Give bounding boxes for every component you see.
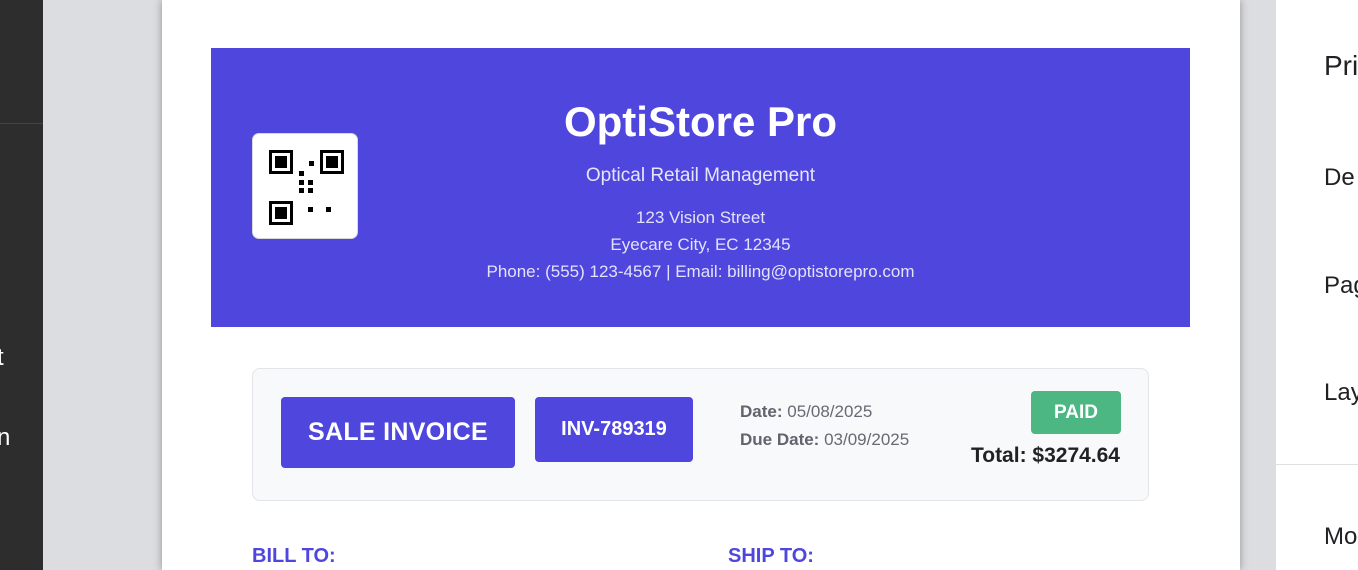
company-tagline: Optical Retail Management [585,165,816,186]
invoice-due-date-value: 03/09/2025 [824,430,910,449]
company-contact: Phone: (555) 123-4567 | Email: billing@o… [486,262,915,281]
invoice-type-badge: SALE INVOICE [281,397,515,468]
company-name: OptiStore Pro [563,98,838,145]
left-panel-item-1[interactable]: t [0,344,4,372]
more-settings-label[interactable]: Mo [1324,523,1357,551]
company-address-line-1: 123 Vision Street [635,208,766,227]
company-address-line-2: Eyecare City, EC 12345 [610,235,791,254]
invoice-header: OptiStore Pro Optical Retail Management … [211,48,1190,327]
invoice-date-label: Date: [740,402,783,421]
print-settings-panel: Pri De Pag Lay Mo [1276,0,1358,570]
destination-label[interactable]: De [1324,164,1355,192]
invoice-number-badge: INV-789319 [535,397,693,462]
invoice-due-date-label: Due Date: [740,430,820,449]
invoice-page: OptiStore Pro Optical Retail Management … [162,0,1240,570]
print-settings-title: Pri [1324,50,1358,81]
invoice-total: Total: $3274.64 [970,444,1120,467]
pages-label[interactable]: Pag [1324,272,1358,300]
payment-status-badge: PAID [1031,391,1121,434]
bill-to-heading: BILL TO: [252,545,336,567]
left-panel: t n [0,0,43,570]
settings-divider [1276,464,1358,465]
left-panel-divider [0,123,43,124]
layout-label[interactable]: Lay [1324,379,1358,407]
invoice-summary-bar: SALE INVOICE INV-789319 Date: 05/08/2025… [252,368,1149,501]
left-panel-item-2[interactable]: n [0,424,10,452]
print-preview-area: OptiStore Pro Optical Retail Management … [43,0,1276,570]
ship-to-heading: SHIP TO: [728,545,814,567]
invoice-date-value: 05/08/2025 [787,402,873,421]
invoice-date: Date: 05/08/2025 [740,402,872,422]
invoice-due-date: Due Date: 03/09/2025 [740,430,909,450]
